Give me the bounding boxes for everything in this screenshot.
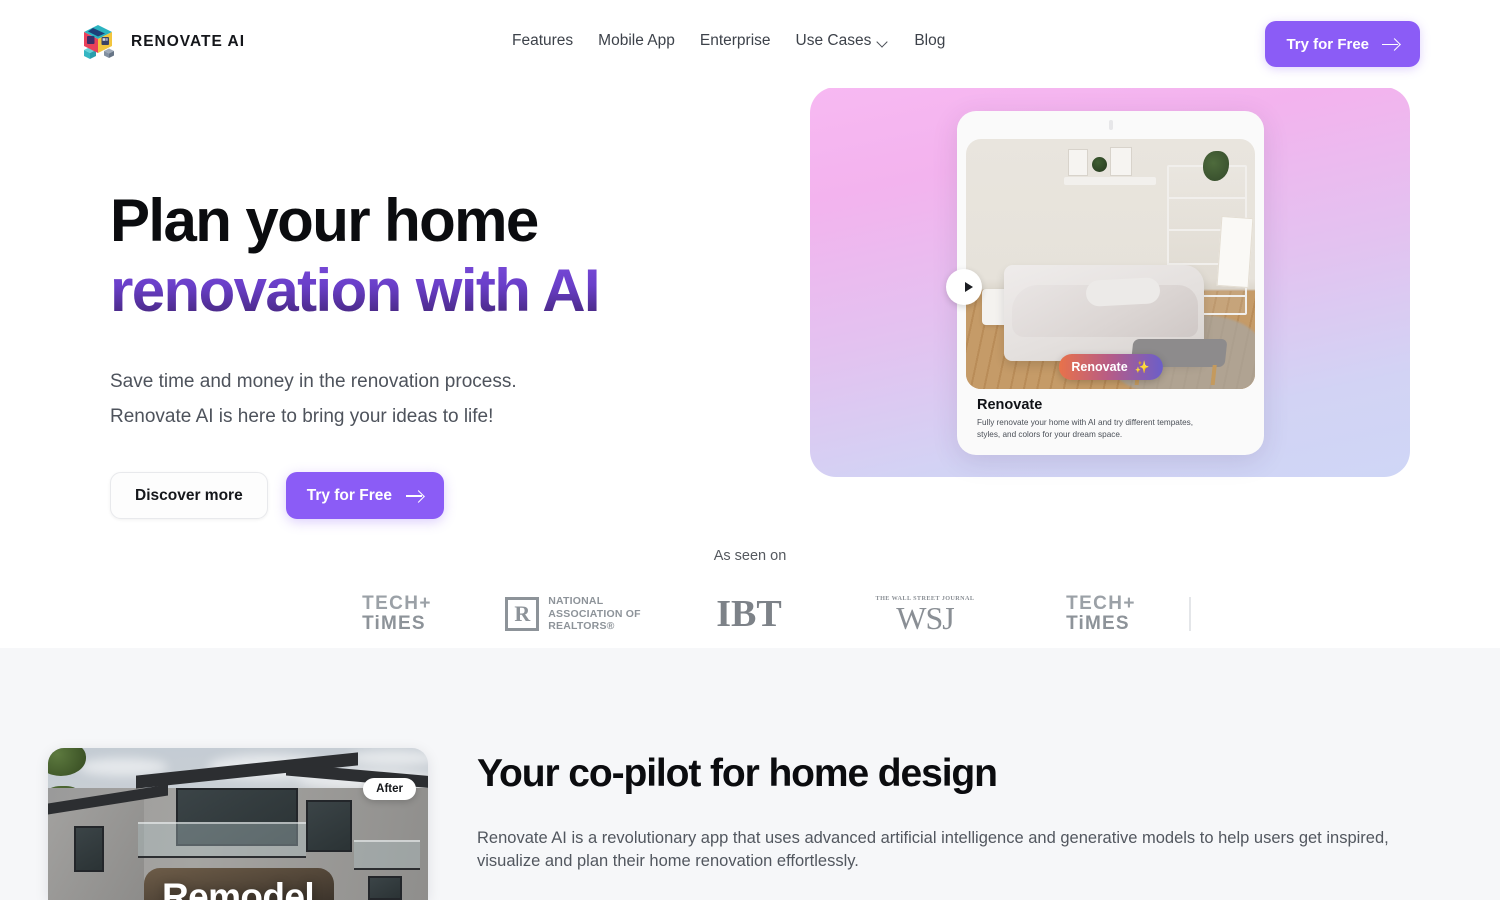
nav-item-use-cases[interactable]: Use Cases (796, 32, 890, 50)
renovate-badge-label: Renovate (1071, 360, 1128, 374)
nav-item-mobile-app[interactable]: Mobile App (598, 32, 675, 50)
realtors-r-mark: R (505, 597, 540, 631)
arrow-right-icon (1382, 38, 1399, 50)
logo-strip-divider (1189, 597, 1191, 631)
tech-times-line-1: TECH+ (1066, 593, 1136, 614)
discover-more-button[interactable]: Discover more (110, 472, 268, 519)
wsj-initials: WSJ (896, 599, 954, 636)
realtors-line-2: ASSOCIATION OF (548, 607, 641, 620)
chevron-down-icon (878, 37, 889, 48)
press-logo-item: TECH+ TiMES (309, 585, 485, 643)
balcony-glass-right (354, 840, 420, 870)
feature-description: Renovate AI is a revolutionary app that … (477, 829, 1389, 870)
as-seen-on-label: As seen on (713, 548, 787, 564)
tech-times-line-1: TECH+ (362, 593, 432, 614)
remodel-preview-image: After Remodel (48, 748, 428, 900)
remodel-caption: Remodel (161, 876, 315, 900)
renovate-action-badge[interactable]: Renovate ✨ (1058, 354, 1163, 380)
app-preview-card: Renovate ✨ Renovate Fully renovate your … (946, 111, 1264, 455)
feature-title: Your co-pilot for home design (477, 752, 998, 795)
nav-item-features[interactable]: Features (512, 32, 573, 50)
national-association-of-realtors-logo: R NATIONAL ASSOCIATION OF REALTORS® (505, 595, 641, 632)
realtors-line-3: REALTORS® (548, 620, 615, 633)
nav-item-label: Blog (914, 32, 946, 49)
play-icon (965, 282, 973, 292)
landing-page: RENOVATE AI Features Mobile App Enterpri… (0, 0, 1500, 900)
magic-wand-icon: ✨ (1134, 360, 1150, 374)
realtors-wordmark: NATIONAL ASSOCIATION OF REALTORS® (548, 595, 640, 632)
press-logo-item: TECH+ TiMES (1013, 585, 1189, 643)
device-notch (1108, 120, 1113, 130)
balcony-glass-main (138, 822, 306, 858)
preview-card-title: Renovate (977, 397, 1043, 413)
tech-times-logo: TECH+ TiMES (1066, 594, 1136, 634)
easel (1216, 215, 1254, 289)
nav-item-label: Mobile App (598, 32, 675, 49)
window-right-upper (306, 800, 352, 852)
page-title: Plan your home renovation with AI (110, 186, 730, 326)
hero-try-for-free-button[interactable]: Try for Free (285, 472, 444, 519)
tech-times-line-2: TiMES (362, 613, 426, 634)
wall-shelf (1064, 177, 1156, 185)
press-logo-item: IBT (661, 585, 837, 643)
after-badge[interactable]: After (363, 778, 416, 800)
main-navigation: Features Mobile App Enterprise Use Cases… (512, 32, 945, 50)
nav-item-label: Enterprise (699, 32, 771, 49)
preview-card-description: Fully renovate your home with AI and try… (977, 418, 1194, 439)
press-logo-strip: TECH+ TiMES R NATIONAL ASSOCIATION OF RE… (0, 585, 1500, 643)
hero-content: Plan your home renovation with AI Save t… (110, 186, 730, 519)
bed-pillow (1085, 277, 1161, 307)
ibt-logo: IBT (716, 593, 782, 635)
press-logo-item: R NATIONAL ASSOCIATION OF REALTORS® (485, 585, 661, 643)
realtors-line-1: NATIONAL (548, 595, 604, 608)
discover-more-label: Discover more (135, 486, 243, 504)
nav-item-blog[interactable]: Blog (914, 32, 945, 50)
shelf-plant (1092, 157, 1107, 172)
isometric-cube-logo (80, 22, 120, 62)
nav-item-enterprise[interactable]: Enterprise (700, 32, 771, 50)
header-cta-label: Try for Free (1286, 35, 1369, 53)
feature-text-block: Your co-pilot for home design Renovate A… (477, 748, 1452, 873)
hero-subtitle-line-2: Renovate AI is here to bring your ideas … (110, 406, 494, 427)
headline-line-2: renovation with AI (110, 256, 730, 326)
nav-item-label: Features (512, 32, 574, 49)
tech-times-line-2: TiMES (1066, 613, 1130, 634)
wall-frame-right (1110, 147, 1132, 176)
arrow-right-icon (405, 490, 423, 502)
hero-cta-label: Try for Free (306, 486, 392, 504)
brand-logo[interactable]: RENOVATE AI (80, 22, 245, 62)
brand-name: RENOVATE AI (131, 33, 246, 50)
wall-frame-left (1068, 149, 1088, 176)
headline-line-1: Plan your home (110, 187, 539, 254)
wall-street-journal-logo: THE WALL STREET JOURNAL WSJ (876, 595, 975, 634)
hero-actions: Discover more Try for Free (110, 472, 730, 519)
nav-item-label: Use Cases (795, 32, 872, 49)
press-logo-item: THE WALL STREET JOURNAL WSJ (837, 585, 1013, 643)
window-left-upper (74, 826, 104, 872)
bedroom-preview-image: Renovate ✨ (966, 139, 1255, 389)
play-button[interactable] (946, 269, 982, 305)
header-try-for-free-button[interactable]: Try for Free (1265, 21, 1420, 67)
hero-subtitle: Save time and money in the renovation pr… (110, 364, 650, 434)
tech-times-logo: TECH+ TiMES (362, 594, 432, 634)
site-header: RENOVATE AI Features Mobile App Enterpri… (0, 0, 1500, 88)
hero-subtitle-line-1: Save time and money in the renovation pr… (110, 371, 517, 392)
